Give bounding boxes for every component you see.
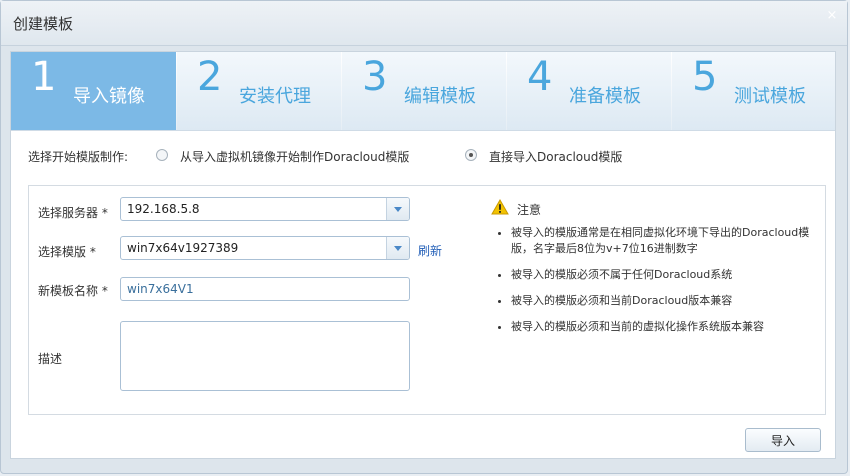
server-label: 选择服务器 * (38, 206, 108, 220)
radio-checked-icon[interactable] (465, 149, 477, 161)
chevron-down-icon (394, 207, 402, 212)
step-number: 2 (197, 54, 223, 100)
notice-item: 被导入的模版通常是在相同虚拟化环境下导出的Doracloud模版，名字最后8位为… (511, 225, 821, 257)
description-label: 描述 (38, 352, 63, 366)
refresh-link[interactable]: 刷新 (418, 242, 442, 259)
dialog-title-bar: 创建模板 × (1, 1, 847, 46)
template-dropdown-button[interactable] (386, 237, 409, 259)
step-edit-template[interactable]: 3 编辑模板 (342, 52, 507, 130)
create-template-dialog: 创建模板 × 1 导入镜像 2 安装代理 3 编辑模板 4 准备模板 5 测试模… (0, 0, 848, 474)
radio-label: 直接导入Doracloud模版 (489, 150, 623, 164)
template-name-input[interactable]: win7x64V1 (120, 277, 410, 301)
wizard-steps: 1 导入镜像 2 安装代理 3 编辑模板 4 准备模板 5 测试模板 (11, 52, 835, 131)
notice-title: 注意 (517, 203, 542, 217)
radio-unchecked-icon[interactable] (156, 149, 168, 161)
template-name-label: 新模板名称 * (38, 284, 108, 298)
mode-label: 选择开始模版制作: (28, 150, 129, 164)
chevron-down-icon (394, 246, 402, 251)
step-label: 安装代理 (239, 86, 311, 107)
import-button[interactable]: 导入 (745, 428, 821, 452)
radio-label: 从导入虚拟机镜像开始制作Doracloud模版 (180, 150, 410, 164)
step-label: 导入镜像 (73, 86, 145, 107)
notice-list: 被导入的模版通常是在相同虚拟化环境下导出的Doracloud模版，名字最后8位为… (491, 225, 821, 345)
warning-icon (491, 199, 509, 215)
step-import-image[interactable]: 1 导入镜像 (11, 52, 176, 130)
notice-item: 被导入的模版必须和当前Doracloud版本兼容 (511, 293, 821, 309)
server-dropdown-button[interactable] (386, 198, 409, 220)
server-select[interactable]: 192.168.5.8 (120, 197, 410, 221)
notice-item: 被导入的模版必须和当前的虚拟化操作系统版本兼容 (511, 319, 821, 335)
template-value: win7x64v1927389 (127, 241, 239, 255)
step-label: 准备模板 (569, 86, 641, 107)
step-number: 5 (692, 54, 718, 100)
description-textarea[interactable] (120, 321, 410, 391)
import-form: 选择服务器 * 192.168.5.8 选择模版 * win7x64v19273… (28, 185, 826, 415)
step-number: 3 (362, 54, 388, 100)
step-install-agent[interactable]: 2 安装代理 (177, 52, 342, 130)
step-label: 测试模板 (734, 86, 806, 107)
server-value: 192.168.5.8 (127, 202, 200, 216)
dialog-content: 1 导入镜像 2 安装代理 3 编辑模板 4 准备模板 5 测试模板 选择开始模… (10, 51, 836, 459)
template-select[interactable]: win7x64v1927389 (120, 236, 410, 260)
step-number: 1 (31, 54, 57, 100)
close-icon[interactable]: × (825, 9, 839, 23)
step-number: 4 (527, 54, 553, 100)
dialog-title: 创建模板 (13, 15, 74, 33)
step-test-template[interactable]: 5 测试模板 (672, 52, 837, 130)
step-prepare-template[interactable]: 4 准备模板 (507, 52, 672, 130)
template-mode-row: 选择开始模版制作: 从导入虚拟机镜像开始制作Doracloud模版 直接导入Do… (28, 148, 828, 168)
template-name-value: win7x64V1 (127, 282, 194, 296)
step-label: 编辑模板 (404, 86, 476, 107)
template-label: 选择模版 * (38, 245, 96, 259)
notice-item: 被导入的模版必须不属于任何Doracloud系统 (511, 267, 821, 283)
